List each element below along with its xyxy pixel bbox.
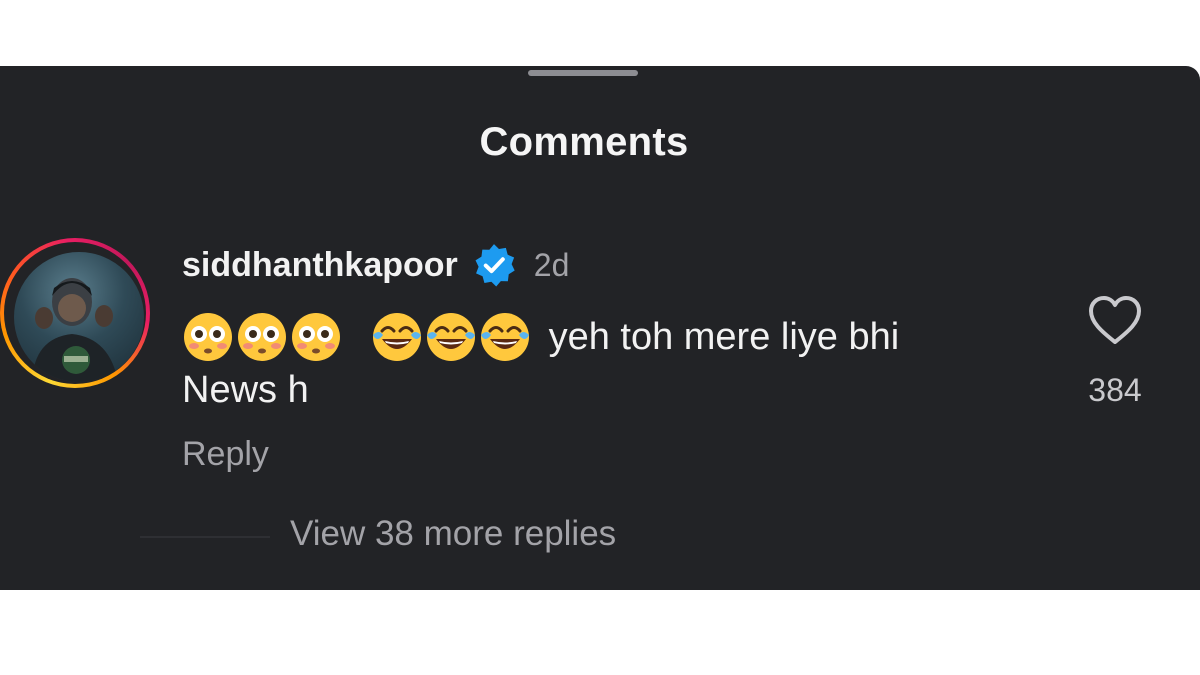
story-ring[interactable] — [0, 238, 150, 388]
username[interactable]: siddhanthkapoor — [182, 246, 458, 285]
tears-of-joy-emoji-icon — [480, 312, 529, 361]
view-more-replies-button[interactable]: View 38 more replies — [290, 514, 616, 554]
reply-button[interactable]: Reply — [182, 435, 269, 474]
comment-text: yeh toh mere liye bhi News h — [182, 310, 1002, 415]
comment-time: 2d — [533, 246, 570, 283]
comments-sheet: Comments siddhanthkapoor 2d yeh toh mere… — [0, 66, 1200, 590]
flushed-face-emoji-icon — [184, 312, 232, 361]
tears-of-joy-emoji-icon — [372, 312, 421, 361]
drag-handle[interactable] — [528, 70, 638, 76]
flushed-face-emoji-icon — [292, 312, 340, 361]
flushed-face-emoji-icon — [238, 312, 286, 361]
heart-icon[interactable] — [1087, 294, 1143, 346]
like-column: 384 — [1070, 294, 1160, 409]
comment: siddhanthkapoor 2d yeh toh mere liye bhi… — [182, 242, 1042, 474]
replies-divider — [140, 536, 270, 538]
avatar-photo — [32, 278, 118, 382]
like-count: 384 — [1088, 372, 1142, 408]
flushed-emoji-group — [182, 311, 344, 363]
avatar[interactable] — [14, 252, 144, 382]
laughing-emoji-group — [371, 311, 533, 363]
sheet-title: Comments — [479, 120, 689, 164]
comment-meta: siddhanthkapoor 2d — [182, 242, 1042, 288]
tears-of-joy-emoji-icon — [426, 312, 475, 361]
verified-badge-icon — [475, 244, 515, 287]
